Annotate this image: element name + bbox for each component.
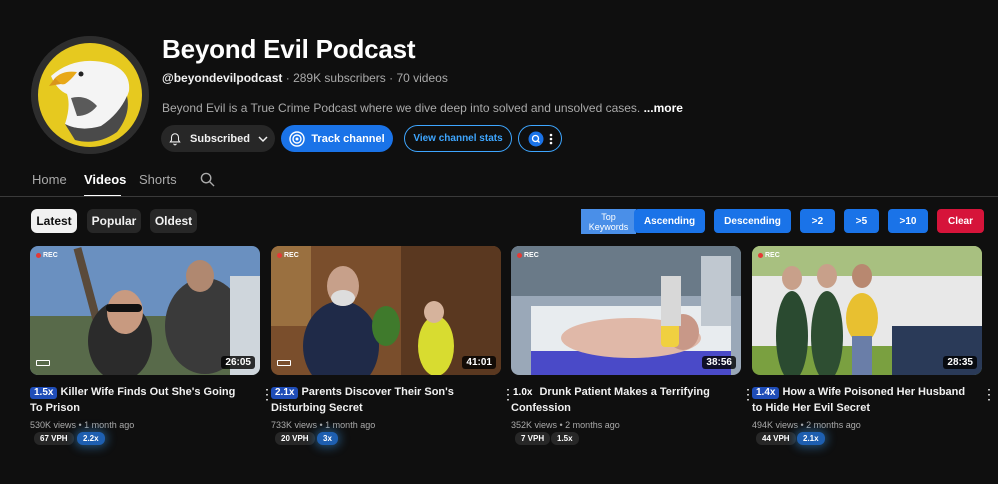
filter-gt10-button[interactable]: >10 <box>888 209 928 233</box>
vph-badge: 67 VPH <box>34 432 74 445</box>
channel-handle[interactable]: @beyondevilpodcast <box>162 71 282 85</box>
video-title-text: Killer Wife Finds Out She's Going To Pri… <box>30 386 236 414</box>
outlier-multiplier: 2.1x <box>271 387 299 399</box>
channel-description[interactable]: Beyond Evil is a True Crime Podcast wher… <box>162 101 683 115</box>
tabs-divider <box>0 196 998 197</box>
video-title[interactable]: 1.5x Killer Wife Finds Out She's Going To… <box>30 384 245 416</box>
video-thumbnail[interactable]: REC 41:01 <box>271 246 501 375</box>
video-duration: 28:35 <box>943 356 977 369</box>
clear-button[interactable]: Clear <box>937 209 984 233</box>
tab-videos[interactable]: Videos <box>84 172 126 187</box>
more-link[interactable]: ...more <box>640 101 683 115</box>
subscribed-button[interactable]: Subscribed <box>161 125 275 152</box>
sort-latest-chip[interactable]: Latest <box>31 209 77 233</box>
video-title[interactable]: 2.1x Parents Discover Their Son's Disturb… <box>271 384 486 416</box>
vidiq-menu-button[interactable] <box>518 125 562 152</box>
outlier-multiplier: 1.4x <box>752 387 780 399</box>
channel-meta: @beyondevilpodcast · 289K subscribers · … <box>162 71 448 85</box>
video-thumbnail[interactable]: REC 38:56 <box>511 246 741 375</box>
channel-avatar[interactable] <box>31 36 149 154</box>
video-title[interactable]: 1.4x How a Wife Poisoned Her Husband to H… <box>752 384 967 416</box>
ratio-badge: 2.2x <box>77 432 105 445</box>
more-vert-icon <box>549 133 552 144</box>
video-title-text: Parents Discover Their Son's Disturbing … <box>271 386 454 414</box>
description-text: Beyond Evil is a True Crime Podcast wher… <box>162 101 641 115</box>
top-keywords-line2: Keywords <box>588 221 629 232</box>
video-meta: 733K views • 1 month ago <box>271 420 376 430</box>
filter-gt5-button[interactable]: >5 <box>844 209 879 233</box>
filter-gt2-button[interactable]: >2 <box>800 209 835 233</box>
ratio-badge: 3x <box>317 432 338 445</box>
chevron-down-icon <box>258 135 268 142</box>
view-channel-stats-button[interactable]: View channel stats <box>404 125 512 152</box>
tab-shorts[interactable]: Shorts <box>139 172 177 187</box>
vidiq-icon <box>528 131 543 146</box>
vph-badge: 20 VPH <box>275 432 315 445</box>
subscribed-label: Subscribed <box>190 132 250 145</box>
descending-button[interactable]: Descending <box>714 209 791 233</box>
video-title-text: Drunk Patient Makes a Terrifying Confess… <box>511 386 710 414</box>
video-thumbnail[interactable]: REC 26:05 <box>30 246 260 375</box>
eagle-logo <box>31 36 149 154</box>
top-keywords-button[interactable]: Top Keywords <box>581 209 636 234</box>
video-card[interactable]: REC 41:01 2.1x Parents Discover Their Son… <box>271 246 515 445</box>
vph-badge: 44 VPH <box>756 432 796 445</box>
battery-icon <box>277 360 291 366</box>
video-menu-button[interactable]: ⋮ <box>982 386 996 403</box>
video-duration: 26:05 <box>221 356 255 369</box>
rec-indicator: REC <box>758 252 780 259</box>
bell-icon <box>169 132 181 145</box>
video-title-text: How a Wife Poisoned Her Husband to Hide … <box>752 386 966 414</box>
ascending-button[interactable]: Ascending <box>634 209 705 233</box>
video-thumbnail[interactable]: REC 28:35 <box>752 246 982 375</box>
video-meta: 494K views • 2 months ago <box>752 420 861 430</box>
video-duration: 41:01 <box>462 356 496 369</box>
video-card[interactable]: REC 38:56 1.0x Drunk Patient Makes a Terr… <box>511 246 755 445</box>
video-title[interactable]: 1.0x Drunk Patient Makes a Terrifying Con… <box>511 384 726 416</box>
video-duration: 38:56 <box>702 356 736 369</box>
ratio-badge: 2.1x <box>797 432 825 445</box>
rec-indicator: REC <box>36 252 58 259</box>
outlier-multiplier: 1.0x <box>513 387 533 398</box>
search-channel-button[interactable] <box>200 172 215 192</box>
video-card[interactable]: REC 28:35 1.4x How a Wife Poisoned Her Hu… <box>752 246 996 445</box>
rec-indicator: REC <box>517 252 539 259</box>
channel-title: Beyond Evil Podcast <box>162 34 416 64</box>
track-channel-label: Track channel <box>311 132 385 145</box>
search-icon <box>200 172 215 187</box>
ratio-badge: 1.5x <box>551 432 579 445</box>
top-keywords-line1: Top <box>601 211 616 222</box>
tab-home[interactable]: Home <box>32 172 67 187</box>
sort-oldest-chip[interactable]: Oldest <box>150 209 197 233</box>
channel-stats: · 289K subscribers · 70 videos <box>282 71 448 85</box>
video-menu-button[interactable]: ⋮ <box>260 386 274 403</box>
battery-icon <box>36 360 50 366</box>
video-meta: 352K views • 2 months ago <box>511 420 620 430</box>
sort-popular-chip[interactable]: Popular <box>87 209 141 233</box>
vph-badge: 7 VPH <box>515 432 551 445</box>
outlier-multiplier: 1.5x <box>30 387 58 399</box>
video-menu-button[interactable]: ⋮ <box>501 386 515 403</box>
track-channel-button[interactable]: Track channel <box>281 125 393 152</box>
rec-indicator: REC <box>277 252 299 259</box>
target-icon <box>289 130 306 147</box>
video-card[interactable]: REC 26:05 1.5x Killer Wife Finds Out She'… <box>30 246 274 445</box>
video-meta: 530K views • 1 month ago <box>30 420 135 430</box>
video-menu-button[interactable]: ⋮ <box>741 386 755 403</box>
